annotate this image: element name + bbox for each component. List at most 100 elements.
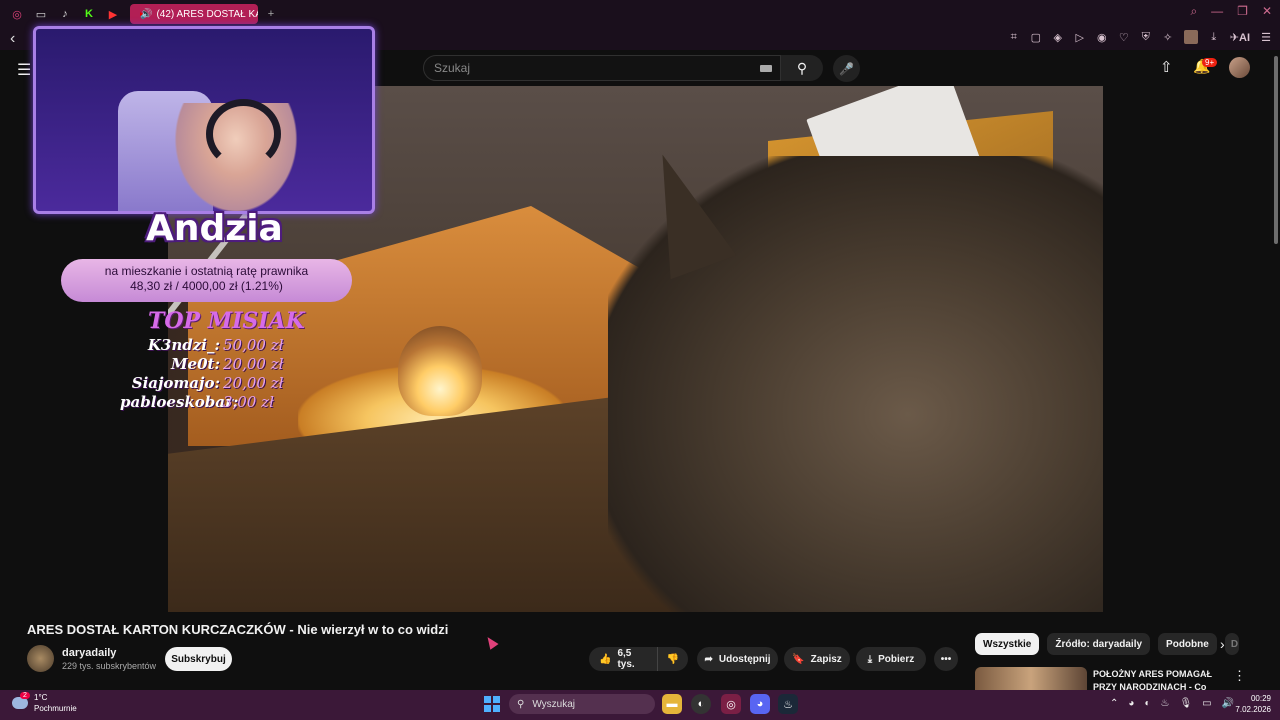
user-avatar[interactable] <box>1229 57 1250 78</box>
profile-thumb-icon[interactable] <box>1183 30 1198 44</box>
tray-display-icon[interactable]: ▭ <box>1202 698 1211 709</box>
voice-search-button[interactable]: 🎤 <box>833 55 860 82</box>
opera-logo-icon[interactable]: ◎ <box>6 3 28 25</box>
opera-taskbar-icon[interactable]: ◎ <box>721 694 741 714</box>
system-tray: ⌃ ◕ ◐ ♨ 🎙 ▭ 🔊 <box>1110 698 1234 709</box>
tray-mic-icon[interactable]: 🎙 <box>1179 698 1192 709</box>
related-filter-chips: Wszystkie Źródło: daryadaily Podobne D <box>975 633 1239 655</box>
mouse-cursor-icon <box>483 634 499 650</box>
share-button[interactable]: ➦ Udostępnij <box>697 647 778 671</box>
download-icon[interactable]: ⤓ <box>1208 31 1220 44</box>
chip-all[interactable]: Wszystkie <box>975 633 1040 655</box>
like-button[interactable]: 👍 6,5 tys. <box>589 647 657 671</box>
save-button[interactable]: 🔖 Zapisz <box>784 647 850 671</box>
restore-button[interactable]: ❐ <box>1237 4 1248 19</box>
more-dots-icon: ••• <box>940 653 952 665</box>
webcam-frame <box>33 26 375 214</box>
hamburger-menu-icon[interactable]: ☰ <box>17 60 31 80</box>
download-arrow-icon: ⤓ <box>867 653 873 665</box>
recommended-more-icon[interactable]: ⋮ <box>1233 668 1246 684</box>
share-icon: ➦ <box>704 653 713 665</box>
thumbs-up-icon: 👍 <box>599 653 612 665</box>
donation-goal: na mieszkanie i ostatnią ratę prawnika 4… <box>61 259 352 302</box>
tray-chevron-icon[interactable]: ⌃ <box>1110 698 1118 709</box>
tray-volume-icon[interactable]: 🔊 <box>1222 698 1234 709</box>
donor-amount: 20,00 zł <box>223 355 284 373</box>
channel-avatar[interactable] <box>27 645 54 672</box>
new-tab-button[interactable]: + <box>260 3 282 25</box>
donor-name: K3ndzi_: <box>147 336 220 354</box>
chip-similar[interactable]: Podobne <box>1158 633 1217 655</box>
thumbs-down-icon: 👎 <box>666 653 680 665</box>
dislike-button[interactable]: 👎 <box>657 647 688 671</box>
more-actions-button[interactable]: ••• <box>934 647 958 671</box>
steam-icon[interactable]: ♨ <box>778 694 798 714</box>
streamer-name: Andzia <box>146 208 283 249</box>
minimize-button[interactable]: — <box>1211 4 1223 19</box>
pocket-icon[interactable]: ◈ <box>1052 31 1064 44</box>
window-controls: ⌕ — ❐ ✕ <box>1190 4 1272 19</box>
goal-progress: 48,30 zł / 4000,00 zł (1.21%) <box>130 279 283 293</box>
top-donor-row: Siajomajo: 20,00 zł <box>120 374 320 393</box>
tray-discord-icon[interactable]: ◕ <box>1128 698 1134 709</box>
channel-name[interactable]: daryadaily <box>62 647 116 659</box>
tiktok-icon[interactable]: ♪ <box>54 3 76 25</box>
ai-button[interactable]: ✈AI <box>1230 31 1250 44</box>
tray-steam-icon[interactable]: ♨ <box>1160 698 1169 709</box>
scrollbar-thumb[interactable] <box>1274 56 1278 244</box>
top-donor-row: Me0t: 20,00 zł <box>120 355 320 374</box>
extension-toolbar: ⌗ ▢ ◈ ▷ ◉ ♡ ⛨ ✧ ⤓ ✈AI ☰ <box>1008 30 1272 44</box>
download-label: Pobierz <box>878 653 915 665</box>
close-button[interactable]: ✕ <box>1262 4 1272 19</box>
clock-date: 7.02.2026 <box>1235 705 1271 714</box>
search-placeholder: Szukaj <box>434 61 471 75</box>
download-button[interactable]: ⤓ Pobierz <box>856 647 926 671</box>
chip-source[interactable]: Źródło: daryadaily <box>1047 633 1151 655</box>
search-input[interactable]: Szukaj <box>423 55 781 81</box>
recommended-title[interactable]: POŁOŻNY ARES POMAGAŁ PRZY NARODZINACH - … <box>1093 668 1218 690</box>
back-button[interactable]: ‹ <box>10 30 15 48</box>
donor-amount: 50,00 zł <box>223 336 284 354</box>
taskbar-search-label: Wyszukaj <box>532 698 576 710</box>
heart-icon[interactable]: ♡ <box>1118 31 1130 44</box>
weather-temp: 1°C <box>34 693 48 702</box>
microphone-icon: 🎤 <box>839 61 854 76</box>
file-explorer-icon[interactable]: ▬ <box>662 694 682 714</box>
search-icon: ⚲ <box>796 59 808 76</box>
weather-badge: 2 <box>20 692 30 699</box>
donor-amount: 20,00 zł <box>223 374 284 392</box>
chips-next-arrow-icon[interactable]: › <box>1220 636 1225 652</box>
recommended-thumbnail[interactable] <box>975 667 1087 690</box>
tray-obs-icon[interactable]: ◐ <box>1144 698 1150 709</box>
donor-name: Me0t: <box>170 355 220 373</box>
subscribe-button[interactable]: Subskrybuj <box>165 647 232 671</box>
top-donor-row: pabloeskobar: 3,00 zł <box>120 393 320 412</box>
top-donors-list: K3ndzi_: 50,00 zł Me0t: 20,00 zł Siajoma… <box>120 336 320 412</box>
windows-start-icon[interactable] <box>484 696 500 712</box>
like-count: 6,5 tys. <box>617 648 635 670</box>
chip-partial[interactable]: D <box>1224 633 1239 655</box>
screenshot-icon[interactable]: ⌗ <box>1008 31 1020 44</box>
search-button[interactable]: ⚲ <box>781 55 823 81</box>
webcam-headset <box>206 99 281 169</box>
discord-icon[interactable]: ◕ <box>750 694 770 714</box>
shield-icon[interactable]: ⛨ <box>1140 31 1152 44</box>
menu-icon[interactable]: ☰ <box>1260 31 1272 44</box>
create-upload-icon[interactable]: ⇧ <box>1160 58 1173 76</box>
tab-title: (42) ARES DOSTAŁ KA <box>156 8 258 20</box>
crop-icon[interactable]: ▢ <box>1030 31 1042 44</box>
notification-count-badge: 9+ <box>1202 58 1218 67</box>
obs-icon[interactable]: ◐ <box>691 694 711 714</box>
play-icon[interactable]: ▷ <box>1074 31 1086 44</box>
video-heat-lamp <box>398 326 482 416</box>
keyboard-icon[interactable] <box>760 65 772 72</box>
youtube-pinned-icon[interactable]: ▶ <box>102 3 124 25</box>
puzzle-icon[interactable]: ✧ <box>1162 31 1174 44</box>
taskbar-search[interactable]: ⚲ Wyszukaj <box>509 694 655 714</box>
kick-icon[interactable]: K <box>78 3 100 25</box>
taskbar-clock[interactable]: 00:29 7.02.2026 <box>1235 693 1271 715</box>
tab-active[interactable]: 🔊 (42) ARES DOSTAŁ KA <box>130 4 258 24</box>
workspace-icon[interactable]: ▭ <box>30 3 52 25</box>
eye-icon[interactable]: ◉ <box>1096 31 1108 44</box>
search-tabs-icon[interactable]: ⌕ <box>1190 4 1197 19</box>
